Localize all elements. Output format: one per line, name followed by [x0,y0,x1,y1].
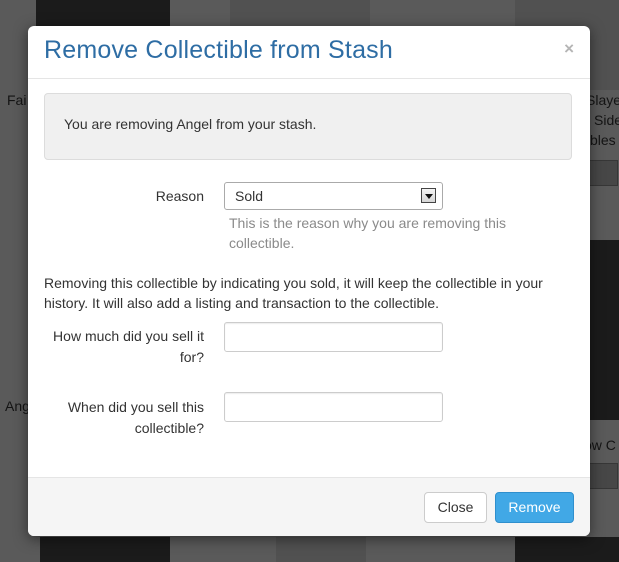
reason-label: Reason [155,188,204,204]
sold-description: Removing this collectible by indicating … [44,275,543,311]
remove-collectible-modal: Remove Collectible from Stash × You are … [28,26,590,536]
reason-help-text: This is the reason why you are removing … [229,215,507,251]
reason-selected-value: Sold [235,188,264,204]
modal-footer: Close Remove [28,477,590,536]
sale-date-input[interactable] [224,392,443,422]
price-label: How much did you sell it for? [53,328,204,365]
modal-title: Remove Collectible from Stash [44,36,393,64]
close-icon[interactable]: × [564,40,574,57]
sale-price-input[interactable] [224,322,443,352]
close-button[interactable]: Close [424,492,487,523]
date-label: When did you sell this collectible? [67,399,204,436]
alert-text: You are removing Angel from your stash. [64,116,317,132]
chevron-down-icon[interactable] [421,188,436,203]
remove-button[interactable]: Remove [495,492,574,523]
reason-select[interactable]: Sold [224,182,443,210]
info-alert: You are removing Angel from your stash. [44,93,572,160]
modal-header: Remove Collectible from Stash × [28,26,590,79]
